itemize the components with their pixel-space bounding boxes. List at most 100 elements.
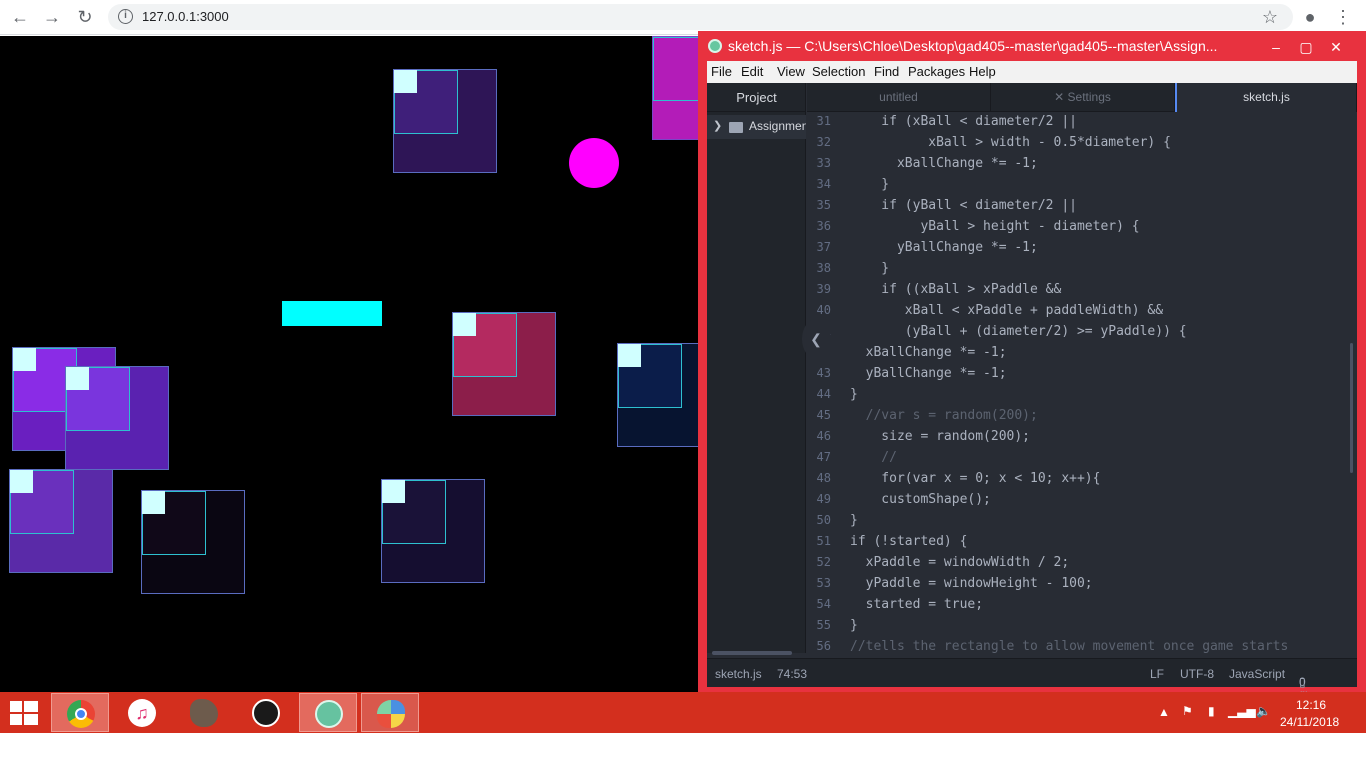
code-text[interactable]: } bbox=[850, 513, 858, 528]
clock-time[interactable]: 12:16 bbox=[1296, 698, 1326, 712]
code-line[interactable]: 34 } bbox=[807, 177, 1357, 198]
code-text[interactable]: } bbox=[850, 261, 889, 276]
taskbar-itunes[interactable]: ♫ bbox=[113, 693, 171, 732]
code-line[interactable]: 41 (yBall + (diameter/2) >= yPaddle)) { bbox=[807, 324, 1357, 345]
tree-header[interactable]: Project bbox=[707, 83, 806, 112]
code-line[interactable]: 45 //var s = random(200); bbox=[807, 408, 1357, 429]
status-cursor[interactable]: 74:53 bbox=[777, 667, 807, 681]
menu-packages[interactable]: Packages bbox=[908, 64, 965, 79]
taskbar-atom[interactable] bbox=[299, 693, 357, 732]
code-line[interactable]: 37 yBallChange *= -1; bbox=[807, 240, 1357, 261]
code-line[interactable]: 53 yPaddle = windowHeight - 100; bbox=[807, 576, 1357, 597]
battery-icon[interactable]: ▮ bbox=[1208, 704, 1215, 718]
code-text[interactable]: yBallChange *= -1; bbox=[850, 240, 1038, 255]
code-line[interactable]: 40 xBall < xPaddle + paddleWidth) && bbox=[807, 303, 1357, 324]
code-text[interactable]: yBallChange *= -1; bbox=[850, 366, 1007, 381]
code-line[interactable]: 47 // bbox=[807, 450, 1357, 471]
windows-start-icon[interactable] bbox=[10, 701, 38, 725]
close-icon[interactable]: ✕ bbox=[1324, 39, 1348, 56]
code-text[interactable]: xBallChange *= -1; bbox=[850, 156, 1038, 171]
code-text[interactable]: // bbox=[850, 450, 897, 465]
vertical-scrollbar[interactable] bbox=[1350, 343, 1353, 473]
star-icon[interactable]: ☆ bbox=[1259, 6, 1281, 28]
tab-untitled[interactable]: untitled bbox=[807, 83, 991, 112]
code-line[interactable]: 52 xPaddle = windowWidth / 2; bbox=[807, 555, 1357, 576]
code-line[interactable]: 56 //tells the rectangle to allow movemen… bbox=[807, 639, 1357, 653]
taskbar-inkscape[interactable] bbox=[237, 693, 295, 732]
menu-view[interactable]: View bbox=[777, 64, 805, 79]
code-line[interactable]: 44} bbox=[807, 387, 1357, 408]
code-line[interactable]: 39 if ((xBall > xPaddle && bbox=[807, 282, 1357, 303]
taskbar-chrome[interactable] bbox=[51, 693, 109, 732]
code-line[interactable]: 48 for(var x = 0; x < 10; x++){ bbox=[807, 471, 1357, 492]
status-file[interactable]: sketch.js bbox=[715, 667, 762, 681]
code-text[interactable]: (yBall + (diameter/2) >= yPaddle)) { bbox=[850, 324, 1187, 339]
code-text[interactable]: xBall > width - 0.5*diameter) { bbox=[850, 135, 1171, 150]
code-text[interactable]: started = true; bbox=[850, 597, 983, 612]
code-line[interactable]: 46 size = random(200); bbox=[807, 429, 1357, 450]
code-text[interactable]: if (yBall < diameter/2 || bbox=[850, 198, 1077, 213]
volume-icon[interactable]: 🔈 bbox=[1256, 704, 1271, 718]
status-line-ending[interactable]: LF bbox=[1150, 667, 1164, 681]
code-text[interactable]: size = random(200); bbox=[850, 429, 1030, 444]
chevron-up-icon[interactable]: ▲ bbox=[1158, 705, 1170, 719]
status-grammar[interactable]: JavaScript bbox=[1229, 667, 1285, 681]
tree-folder[interactable]: ❯ Assignment bbox=[707, 115, 806, 139]
profile-icon[interactable]: ● bbox=[1299, 6, 1321, 28]
menu-file[interactable]: File bbox=[711, 64, 732, 79]
info-icon[interactable]: i bbox=[118, 9, 133, 24]
reload-icon[interactable]: ↻ bbox=[73, 6, 97, 28]
code-text[interactable]: if ((xBall > xPaddle && bbox=[850, 282, 1061, 297]
menu-dots-icon[interactable]: ⋮ bbox=[1332, 6, 1354, 28]
code-line[interactable]: 32 xBall > width - 0.5*diameter) { bbox=[807, 135, 1357, 156]
code-line[interactable]: 42 xBallChange *= -1; bbox=[807, 345, 1357, 366]
code-text[interactable]: if (!started) { bbox=[850, 534, 967, 549]
horizontal-scrollbar[interactable] bbox=[712, 651, 792, 655]
address-bar[interactable]: i 127.0.0.1:3000 bbox=[108, 4, 1293, 30]
minimize-icon[interactable]: – bbox=[1264, 39, 1288, 55]
taskbar-paint[interactable] bbox=[361, 693, 419, 732]
collapse-chevron-icon[interactable]: ❮ bbox=[802, 319, 830, 359]
clock-date[interactable]: 24/11/2018 bbox=[1280, 715, 1339, 729]
code-line[interactable]: 36 yBall > height - diameter) { bbox=[807, 219, 1357, 240]
signal-icon[interactable]: ▁▃▅ bbox=[1228, 704, 1256, 718]
code-text[interactable]: //tells the rectangle to allow movement … bbox=[850, 639, 1288, 653]
sketch-canvas[interactable] bbox=[0, 36, 698, 692]
code-text[interactable]: //var s = random(200); bbox=[850, 408, 1038, 423]
back-arrow-icon[interactable]: ← bbox=[8, 6, 32, 28]
code-text[interactable]: for(var x = 0; x < 10; x++){ bbox=[850, 471, 1100, 486]
menu-selection[interactable]: Selection bbox=[812, 64, 865, 79]
code-line[interactable]: 38 } bbox=[807, 261, 1357, 282]
code-line[interactable]: 51 if (!started) { bbox=[807, 534, 1357, 555]
menu-find[interactable]: Find bbox=[874, 64, 899, 79]
code-text[interactable]: } bbox=[850, 618, 858, 633]
code-text[interactable]: xPaddle = windowWidth / 2; bbox=[850, 555, 1070, 570]
menu-help[interactable]: Help bbox=[969, 64, 996, 79]
code-text[interactable]: } bbox=[850, 387, 858, 402]
tab-settings[interactable]: ✕ Settings bbox=[991, 83, 1175, 112]
code-line[interactable]: 35 if (yBall < diameter/2 || bbox=[807, 198, 1357, 219]
code-text[interactable]: yBall > height - diameter) { bbox=[850, 219, 1139, 234]
window-titlebar[interactable]: sketch.js — C:\Users\Chloe\Desktop\gad40… bbox=[706, 37, 1356, 57]
code-line[interactable]: 31 if (xBall < diameter/2 || bbox=[807, 114, 1357, 135]
code-text[interactable]: xBall < xPaddle + paddleWidth) && bbox=[850, 303, 1163, 318]
tab-sketch[interactable]: sketch.js bbox=[1175, 83, 1357, 112]
code-line[interactable]: 55} bbox=[807, 618, 1357, 639]
code-editor[interactable]: 31 if (xBall < diameter/2 || 32 xBall > w… bbox=[807, 112, 1357, 653]
code-line[interactable]: 33 xBallChange *= -1; bbox=[807, 156, 1357, 177]
code-line[interactable]: 43 yBallChange *= -1; bbox=[807, 366, 1357, 387]
url-text[interactable]: 127.0.0.1:3000 bbox=[142, 9, 229, 24]
action-center-flag-icon[interactable]: ⚑ bbox=[1182, 704, 1193, 718]
code-line[interactable]: 49 customShape(); bbox=[807, 492, 1357, 513]
code-text[interactable]: yPaddle = windowHeight - 100; bbox=[850, 576, 1093, 591]
code-text[interactable]: xBallChange *= -1; bbox=[850, 345, 1007, 360]
forward-arrow-icon[interactable]: → bbox=[40, 6, 64, 28]
taskbar-gimp[interactable] bbox=[175, 693, 233, 732]
code-text[interactable]: } bbox=[850, 177, 889, 192]
code-text[interactable]: customShape(); bbox=[850, 492, 991, 507]
status-encoding[interactable]: UTF-8 bbox=[1180, 667, 1214, 681]
code-line[interactable]: 50} bbox=[807, 513, 1357, 534]
menu-edit[interactable]: Edit bbox=[741, 64, 763, 79]
code-text[interactable]: if (xBall < diameter/2 || bbox=[850, 114, 1077, 129]
maximize-icon[interactable]: ▢ bbox=[1294, 39, 1318, 56]
